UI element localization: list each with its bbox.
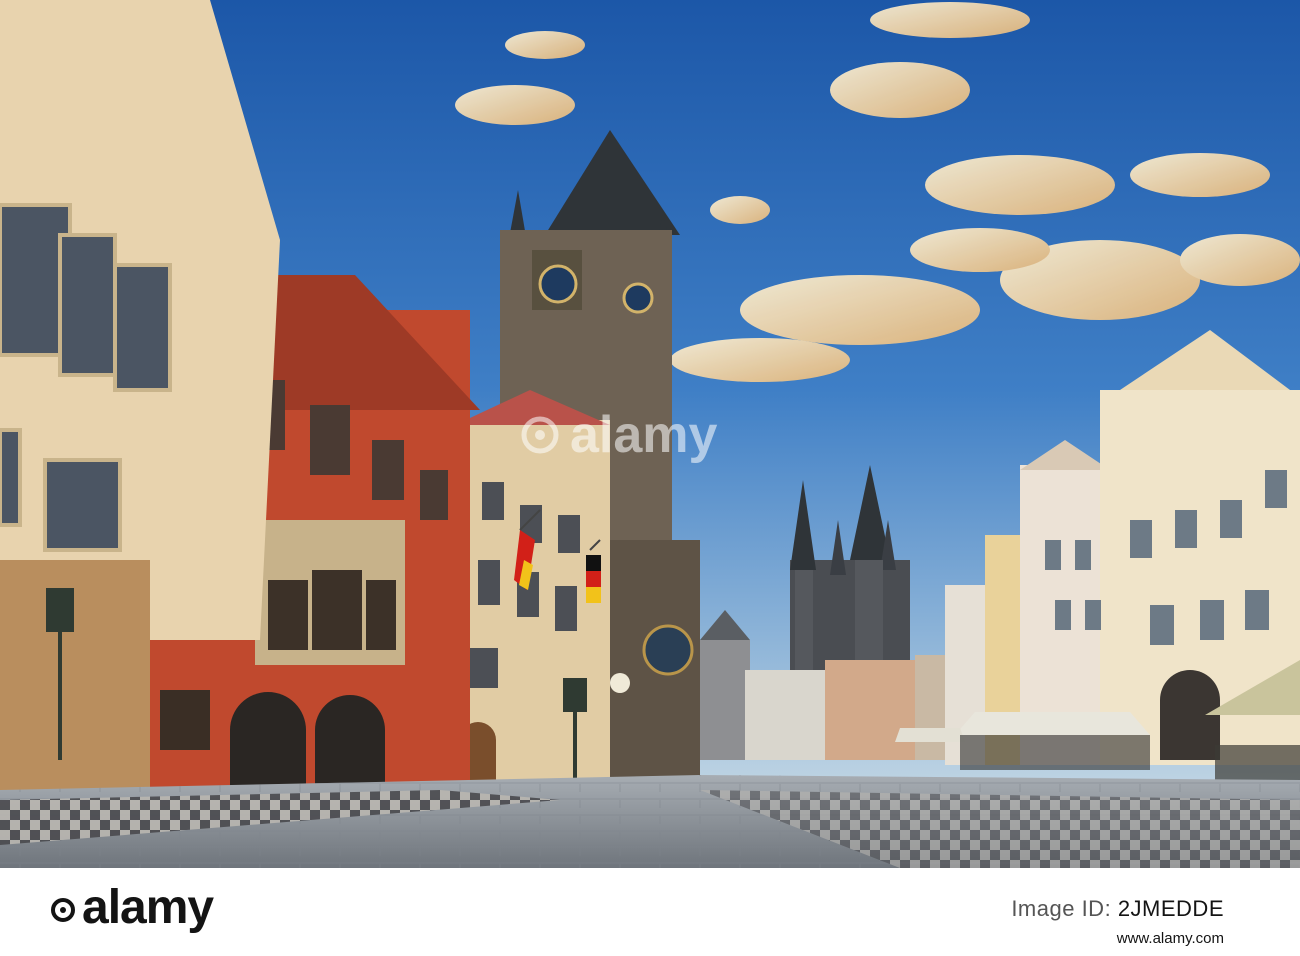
image-id: Image ID: 2JMEDDE [1011,896,1224,922]
old-town-square-scene [0,0,1300,868]
square-pavement [0,775,1300,868]
site-url[interactable]: www.alamy.com [1117,930,1224,947]
stock-photo [0,0,1300,868]
clock-face [538,264,578,304]
brand-logo[interactable]: alamy [50,880,214,935]
footer-bar: alamy Image ID: 2JMEDDE www.alamy.com [0,868,1300,956]
image-id-label: Image ID: [1011,896,1112,921]
alamy-logo-icon [51,898,75,923]
image-id-value: 2JMEDDE [1117,896,1224,921]
brand-name: alamy [82,881,214,934]
